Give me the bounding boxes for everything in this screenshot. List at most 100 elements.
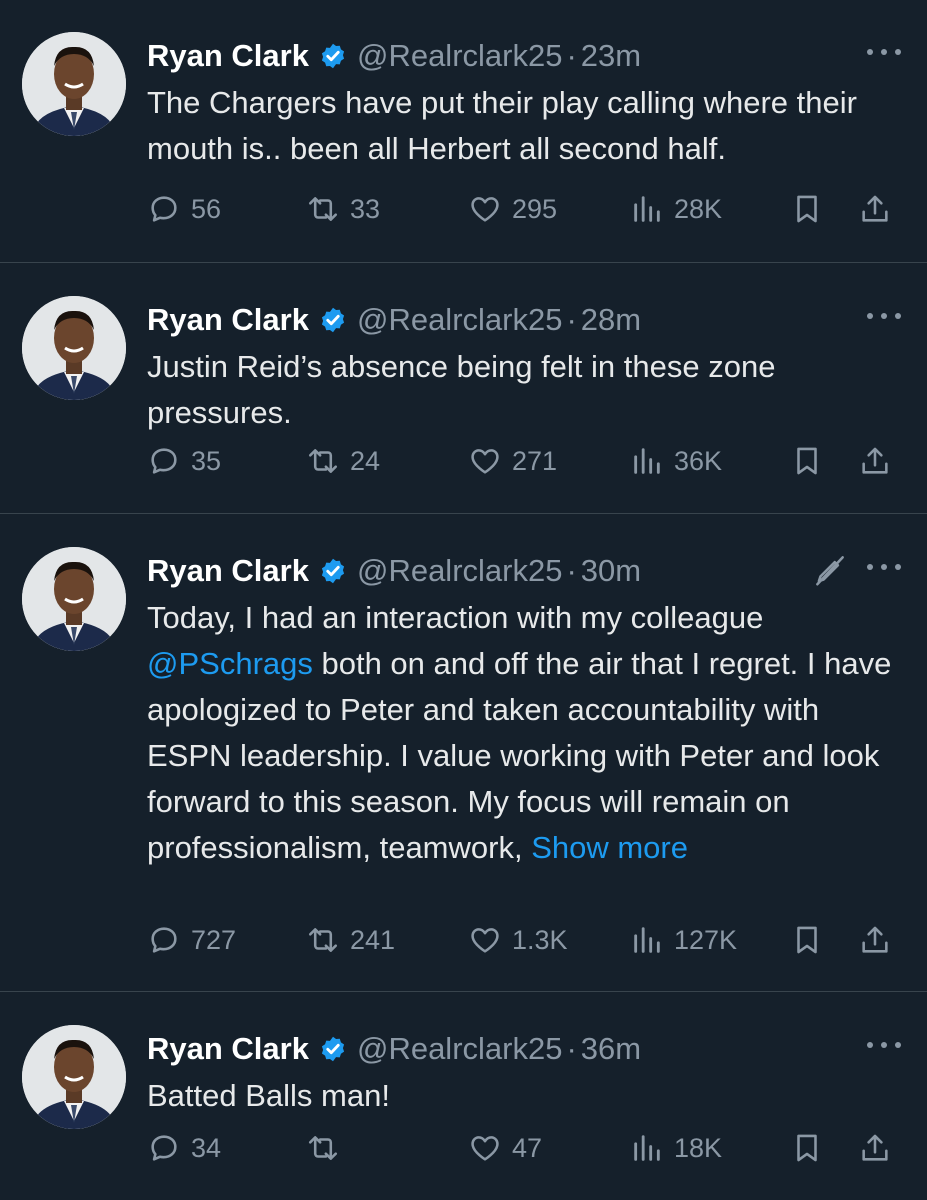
- speech-bubble-icon: [151, 448, 177, 474]
- heart-icon: [471, 197, 499, 222]
- timestamp[interactable]: 30m: [581, 553, 641, 589]
- verified-badge-icon: [321, 1036, 345, 1062]
- tweet[interactable]: Ryan Clark @Realrclark25 · 36m Batted Ba…: [0, 993, 927, 1200]
- more-dots-icon[interactable]: [867, 46, 901, 58]
- share-upload-icon: [862, 926, 888, 953]
- retweet-button[interactable]: [306, 1123, 350, 1173]
- share-button[interactable]: [858, 1123, 892, 1173]
- reply-button[interactable]: 35: [147, 436, 221, 486]
- share-button[interactable]: [858, 915, 892, 965]
- bookmark-button[interactable]: [790, 1123, 824, 1173]
- heart-icon: [471, 928, 499, 953]
- view-count: 18K: [674, 1132, 723, 1163]
- like-button[interactable]: 271: [468, 436, 557, 486]
- verified-badge-icon: [321, 307, 345, 333]
- tweet[interactable]: Ryan Clark @Realrclark25 · 23m The Charg…: [0, 0, 927, 250]
- reply-button[interactable]: 727: [147, 915, 236, 965]
- action-bar: 56 33 295 28K: [0, 184, 927, 234]
- views-button[interactable]: 127K: [630, 915, 737, 965]
- timestamp[interactable]: 36m: [581, 1031, 641, 1067]
- tweet-text: Batted Balls man!: [147, 1078, 390, 1113]
- bar-chart-icon: [634, 196, 660, 222]
- heart-icon: [471, 1136, 499, 1161]
- divider: [0, 262, 927, 263]
- views-button[interactable]: 28K: [630, 184, 722, 234]
- like-count: 295: [512, 193, 558, 224]
- verified-badge-icon: [321, 43, 345, 69]
- avatar[interactable]: [22, 1025, 126, 1129]
- speech-bubble-icon: [151, 1135, 177, 1161]
- share-button[interactable]: [858, 436, 892, 486]
- like-button[interactable]: 1.3K: [468, 915, 568, 965]
- mention-link[interactable]: @PSchrags: [147, 646, 313, 681]
- like-button[interactable]: 47: [468, 1123, 542, 1173]
- tweet-header: Ryan Clark @Realrclark25 · 36m: [147, 1027, 641, 1071]
- reply-count: 34: [191, 1132, 222, 1163]
- bookmark-button[interactable]: [790, 436, 824, 486]
- more-dots-icon[interactable]: [867, 561, 901, 573]
- reply-button[interactable]: 56: [147, 184, 221, 234]
- separator: ·: [566, 38, 577, 73]
- share-button[interactable]: [858, 184, 892, 234]
- retweet-arrows-icon: [308, 197, 338, 221]
- reply-button[interactable]: 34: [147, 1123, 221, 1173]
- speech-bubble-icon: [151, 927, 177, 953]
- author-handle[interactable]: @Realrclark25: [357, 38, 562, 74]
- action-bar: 35 24 271 36K: [0, 436, 927, 486]
- author-handle[interactable]: @Realrclark25: [357, 1031, 562, 1067]
- retweet-count: 33: [350, 193, 381, 224]
- view-count: 36K: [674, 445, 723, 476]
- bookmark-icon: [797, 926, 817, 954]
- tweet[interactable]: Ryan Clark @Realrclark25 · 28m Justin Re…: [0, 264, 927, 502]
- reply-count: 56: [191, 193, 222, 224]
- show-more-link[interactable]: Show more: [531, 830, 688, 865]
- retweet-count: 24: [350, 445, 381, 476]
- more-dots-icon[interactable]: [867, 310, 901, 322]
- divider: [0, 513, 927, 514]
- bookmark-button[interactable]: [790, 915, 824, 965]
- views-button[interactable]: 36K: [630, 436, 722, 486]
- author-name[interactable]: Ryan Clark: [147, 302, 309, 338]
- tweet-text: Justin Reid’s absence being felt in thes…: [147, 349, 776, 430]
- retweet-arrows-icon: [308, 1136, 338, 1160]
- author-name[interactable]: Ryan Clark: [147, 553, 309, 589]
- tweet-text: Today, I had an interaction with my coll…: [147, 600, 892, 865]
- retweet-button[interactable]: 241: [306, 915, 395, 965]
- timestamp[interactable]: 28m: [581, 302, 641, 338]
- bookmark-icon: [797, 447, 817, 475]
- bar-chart-icon: [634, 1135, 660, 1161]
- avatar[interactable]: [22, 32, 126, 136]
- bookmark-icon: [797, 1134, 817, 1162]
- author-handle[interactable]: @Realrclark25: [357, 553, 562, 589]
- tweet-header: Ryan Clark @Realrclark25 · 23m: [147, 34, 641, 78]
- timestamp[interactable]: 23m: [581, 38, 641, 74]
- avatar[interactable]: [22, 296, 126, 400]
- bar-chart-icon: [634, 927, 660, 953]
- more-dots-icon[interactable]: [867, 1039, 901, 1051]
- tweet[interactable]: Ryan Clark @Realrclark25 · 30m Today, I …: [0, 515, 927, 981]
- author-name[interactable]: Ryan Clark: [147, 1031, 309, 1067]
- action-bar: 34 47 18K: [0, 1123, 927, 1173]
- like-button[interactable]: 295: [468, 184, 557, 234]
- reply-count: 727: [191, 924, 237, 955]
- view-count: 28K: [674, 193, 723, 224]
- edit-disabled-icon[interactable]: [811, 551, 849, 589]
- like-count: 47: [512, 1132, 543, 1163]
- tweet-header: Ryan Clark @Realrclark25 · 28m: [147, 298, 641, 342]
- share-upload-icon: [862, 195, 888, 222]
- tweet-feed: Ryan Clark @Realrclark25 · 23m The Charg…: [0, 0, 927, 1200]
- author-handle[interactable]: @Realrclark25: [357, 302, 562, 338]
- share-upload-icon: [862, 447, 888, 474]
- avatar[interactable]: [22, 547, 126, 651]
- tweet-text: The Chargers have put their play calling…: [147, 85, 857, 166]
- like-count: 271: [512, 445, 558, 476]
- views-button[interactable]: 18K: [630, 1123, 722, 1173]
- author-name[interactable]: Ryan Clark: [147, 38, 309, 74]
- bookmark-button[interactable]: [790, 184, 824, 234]
- retweet-button[interactable]: 24: [306, 436, 380, 486]
- divider: [0, 991, 927, 992]
- retweet-button[interactable]: 33: [306, 184, 380, 234]
- view-count: 127K: [674, 924, 738, 955]
- verified-badge-icon: [321, 558, 345, 584]
- bookmark-icon: [797, 195, 817, 223]
